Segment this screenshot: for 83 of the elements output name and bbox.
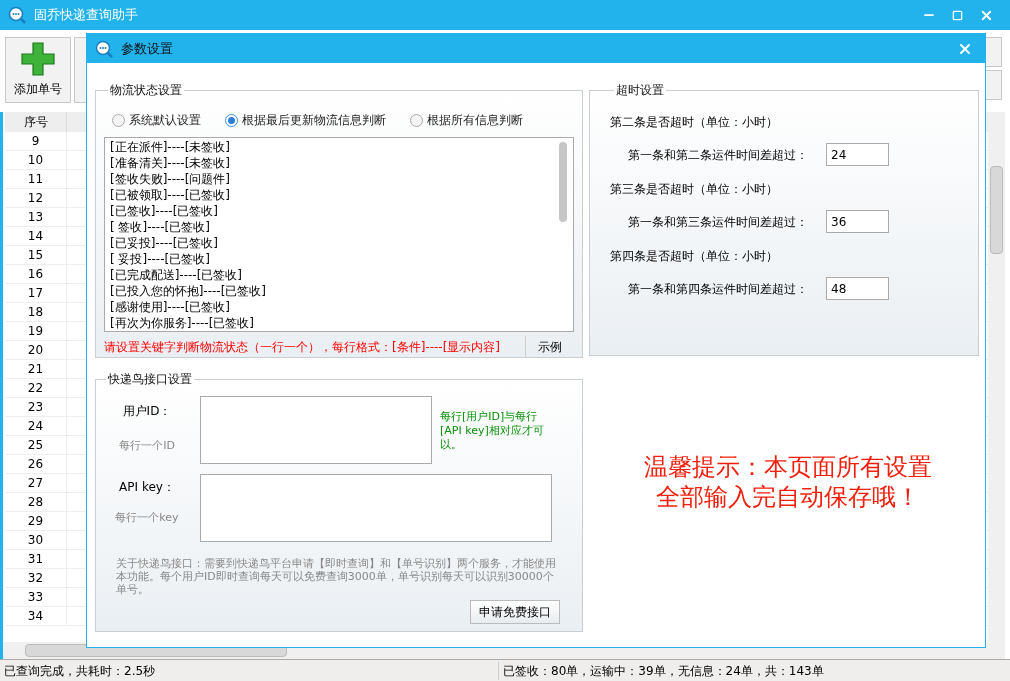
table-cell: 13 [5, 208, 67, 226]
hours-field[interactable]: 48 [826, 277, 889, 300]
magnifier-icon [8, 6, 26, 24]
timeout-heading: 第三条是否超时（单位：小时） [610, 181, 779, 198]
toolbar-button[interactable]: 添加单号 [5, 37, 71, 103]
timeout-heading: 第二条是否超时（单位：小时） [610, 114, 779, 131]
example-button[interactable]: 示例 [525, 336, 574, 358]
table-cell: 31 [5, 550, 67, 568]
maximize-icon[interactable] [952, 9, 963, 21]
table-cell: 33 [5, 588, 67, 606]
field-label: 第一条和第三条运件时间差超过： [628, 213, 809, 231]
group-title: 物流状态设置 [109, 82, 183, 99]
table-cell: 10 [5, 151, 67, 169]
table-cell: 29 [5, 512, 67, 530]
tip-text: 全部输入完自动保存哦！ [656, 482, 920, 512]
column-header[interactable]: 序号 [5, 112, 67, 132]
radio-option[interactable]: 系统默认设置 [112, 111, 201, 129]
rule-line: [ 妥投]----[已签收] [110, 251, 211, 267]
table-cell: 30 [5, 531, 67, 549]
rule-line: [再次为你服务]----[已签收] [110, 315, 256, 331]
user-id-field[interactable] [200, 396, 432, 464]
table-cell: 27 [5, 474, 67, 492]
rule-line: [签收失败]----[问题件] [110, 171, 232, 187]
table-cell: 26 [5, 455, 67, 473]
window-title: 固乔快递查询助手 [34, 6, 138, 25]
field-label: API key： [119, 479, 175, 496]
dialog-title: 参数设置 [121, 39, 173, 58]
apply-button[interactable]: 申请免费接口 [470, 600, 560, 624]
hint-text: 请设置关键字判断物流状态（一行一个），每行格式：[条件]----[显示内容] [104, 339, 501, 356]
rule-line: [ 签收]----[已签收] [110, 219, 211, 235]
status-text: 已签收：80单，运输中：39单，无信息：24单，共：143单 [498, 661, 824, 680]
hours-field[interactable]: 36 [826, 210, 889, 233]
field-hint: 每行一个ID [119, 438, 175, 454]
magnifier-icon [95, 39, 113, 58]
table-cell: 18 [5, 303, 67, 321]
radio-option[interactable]: 根据最后更新物流信息判断 [225, 111, 386, 129]
rule-line: [已妥投]----[已签收] [110, 235, 220, 251]
rule-line: [感谢使用]----[已签收] [110, 299, 232, 315]
table-cell: 23 [5, 398, 67, 416]
table-cell: 19 [5, 322, 67, 340]
about-text: 关于快递鸟接口：需要到快递鸟平台申请【即时查询】和【单号识别】两个服务，才能使用本功能。每个用户ID即时查询每天可以免费查询3000单，单号识别每天可以识别30000个单号。 [115, 557, 557, 596]
rule-line: [已被领取]----[已签收] [110, 187, 232, 203]
table-cell: 20 [5, 341, 67, 359]
table-cell: 15 [5, 246, 67, 264]
radio-option[interactable]: 根据所有信息判断 [410, 111, 523, 129]
plus-icon [21, 42, 55, 76]
scrollbar-thumb[interactable] [559, 142, 567, 222]
group-title: 快递鸟接口设置 [107, 371, 193, 388]
table-cell: 22 [5, 379, 67, 397]
group-title: 超时设置 [615, 82, 665, 99]
status-text: 已查询完成，共耗时：2.5秒 [3, 662, 157, 680]
field-label: 第一条和第二条运件时间差超过： [628, 146, 809, 164]
field-label: 第一条和第四条运件时间差超过： [628, 280, 809, 298]
rule-line: [正在派件]----[未签收] [110, 139, 232, 155]
rule-line: [已签收]----[已签收] [110, 203, 220, 219]
rules-list[interactable]: [正在派件]----[未签收] [准备清关]----[未签收] [签收失败]----[问题件] [已被领取]----[已签收] [已签收]----[已签收] [ 签收]----[已签收] [已妥投]----[已签收] [ 妥投]----[已签收] [已完成配送]----[已签收] [已投入您的怀抱]----[已签收] [感谢使用]----[已签收] [再次为你服务]----[已签收] [104, 137, 574, 332]
table-cell: 16 [5, 265, 67, 283]
tip-text: 温馨提示：本页面所有设置 [644, 452, 932, 482]
table-cell: 21 [5, 360, 67, 378]
table-cell: 12 [5, 189, 67, 207]
scrollbar-thumb[interactable] [990, 166, 1003, 254]
table-cell: 28 [5, 493, 67, 511]
radio-button[interactable] [410, 113, 423, 127]
field-label: 用户ID： [122, 403, 172, 420]
timeout-heading: 第四条是否超时（单位：小时） [610, 248, 779, 265]
api-key-field[interactable] [200, 474, 552, 542]
table-cell: 32 [5, 569, 67, 587]
rule-line: [准备清关]----[未签收] [110, 155, 232, 171]
hours-field[interactable]: 24 [826, 143, 889, 166]
radio-button[interactable] [112, 113, 125, 127]
field-hint: 每行一个key [115, 510, 179, 526]
rule-line: [已投入您的怀抱]----[已签收] [110, 283, 268, 299]
radio-button[interactable] [225, 113, 238, 127]
table-cell: 11 [5, 170, 67, 188]
table-cell: 9 [5, 132, 67, 150]
table-cell: 17 [5, 284, 67, 302]
table-cell: 24 [5, 417, 67, 435]
table-cell: 14 [5, 227, 67, 245]
table-cell: 25 [5, 436, 67, 454]
table-cell: 34 [5, 607, 67, 625]
rule-line: [已完成配送]----[已签收] [110, 267, 244, 283]
vertical-scrollbar[interactable] [988, 112, 1005, 642]
note-text: 每行[用户ID]与每行[API key]相对应才可以。 [440, 410, 545, 453]
